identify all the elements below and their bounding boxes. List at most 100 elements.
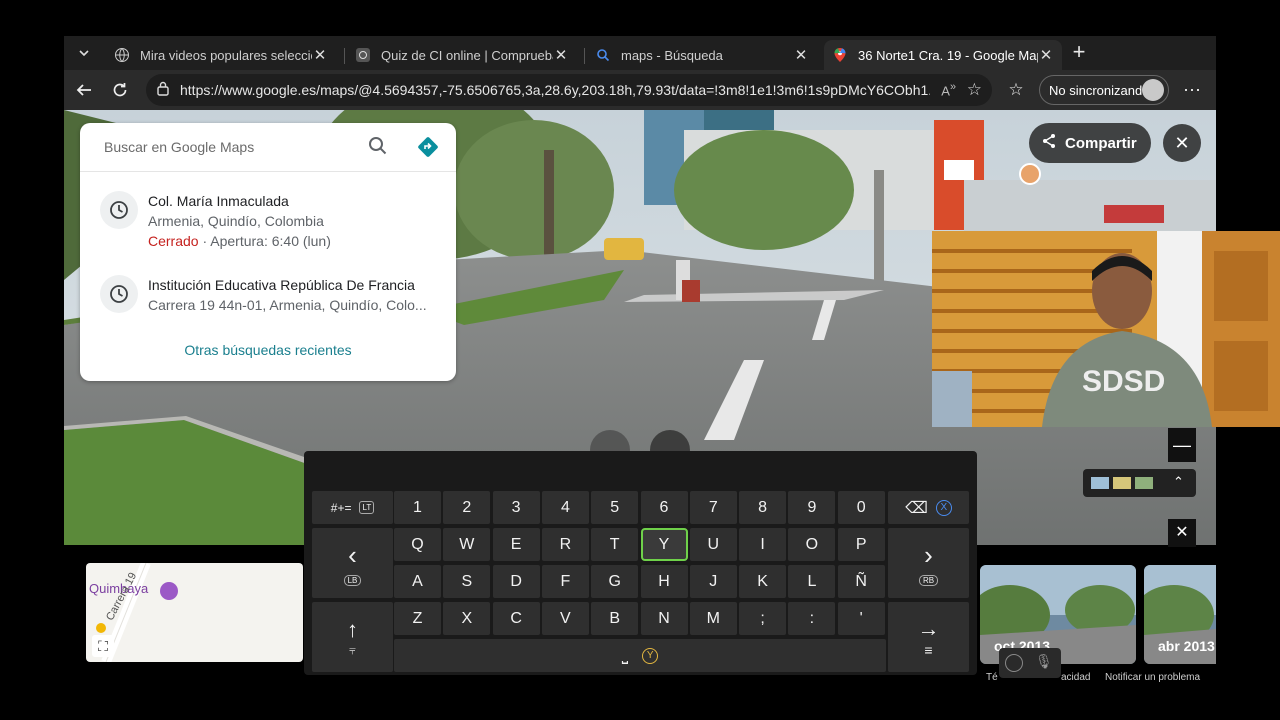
key-G[interactable]: G <box>591 565 639 598</box>
key-7[interactable]: 7 <box>689 491 737 524</box>
read-aloud-icon[interactable]: A» <box>941 81 956 98</box>
thumbnail-date: abr 2013 <box>1158 638 1215 654</box>
key-E[interactable]: E <box>492 528 540 561</box>
key-K[interactable]: K <box>739 565 787 598</box>
space-bar[interactable]: ⎵ Y <box>394 639 886 672</box>
symbols-key[interactable]: #+= LT <box>312 491 393 524</box>
key-Ñ[interactable]: Ñ <box>837 565 885 598</box>
layer-thumb[interactable] <box>1113 477 1131 489</box>
terms-link[interactable]: Té <box>986 672 998 683</box>
key-X[interactable]: X <box>443 602 491 635</box>
close-tab-icon[interactable]: ✕ <box>553 46 569 64</box>
tab-quiz[interactable]: Quiz de CI online | Comprueba tu ✕ <box>347 40 577 70</box>
key-F[interactable]: F <box>541 565 589 598</box>
key-P[interactable]: P <box>837 528 885 561</box>
maps-search-panel: Col. María Inmaculada Armenia, Quindío, … <box>80 123 456 381</box>
cursor-left-key[interactable]: ‹ LB <box>312 528 393 598</box>
key-U[interactable]: U <box>689 528 737 561</box>
zoom-out-button[interactable]: — <box>1168 428 1196 462</box>
lock-icon[interactable] <box>156 80 170 101</box>
quiz-icon <box>355 47 371 63</box>
url-field[interactable]: https://www.google.es/maps/@4.5694357,-7… <box>146 74 992 106</box>
key-8[interactable]: 8 <box>739 491 787 524</box>
space-icon: ⎵ <box>621 646 629 664</box>
new-tab-plus-icon[interactable]: + <box>1067 39 1091 64</box>
layer-thumb[interactable] <box>1091 477 1109 489</box>
tab-list-chevron-icon[interactable] <box>72 41 96 65</box>
tab-videos[interactable]: Mira videos populares seleccionados ✕ <box>106 40 336 70</box>
enter-key[interactable]: → ≡ <box>888 602 969 672</box>
key-D[interactable]: D <box>492 565 540 598</box>
back-arrow-icon[interactable] <box>72 78 96 102</box>
url-text: https://www.google.es/maps/@4.5694357,-7… <box>180 82 930 98</box>
key-Y[interactable]: Y <box>640 528 688 561</box>
layers-thumbnail-strip[interactable]: ⌃ <box>1083 469 1196 497</box>
key-R[interactable]: R <box>541 528 589 561</box>
key-'[interactable]: ' <box>837 602 885 635</box>
key-T[interactable]: T <box>591 528 639 561</box>
key-C[interactable]: C <box>492 602 540 635</box>
key-O[interactable]: O <box>788 528 836 561</box>
key-5[interactable]: 5 <box>591 491 639 524</box>
close-street-view-icon[interactable]: ✕ <box>1163 124 1201 162</box>
fullscreen-icon[interactable]: ⛶ <box>92 635 114 657</box>
close-panel-icon[interactable]: ✕ <box>1168 519 1196 547</box>
cursor-right-key[interactable]: › RB <box>888 528 969 598</box>
key-M[interactable]: M <box>689 602 737 635</box>
share-button[interactable]: Compartir <box>1029 123 1151 163</box>
pegman-icon <box>96 623 106 633</box>
mic-off-icon[interactable]: 🎙 <box>1035 653 1053 670</box>
close-tab-icon[interactable]: ✕ <box>793 46 809 64</box>
key-Q[interactable]: Q <box>394 528 441 561</box>
key-2[interactable]: 2 <box>443 491 491 524</box>
layer-thumb[interactable] <box>1135 477 1153 489</box>
maps-search-input[interactable] <box>104 139 334 155</box>
camera-off-icon[interactable] <box>1005 654 1023 672</box>
history-thumbnail[interactable]: abr 2013 <box>1144 565 1216 664</box>
place-marker-icon[interactable] <box>1019 163 1041 185</box>
key-;[interactable]: ; <box>739 602 787 635</box>
key-6[interactable]: 6 <box>640 491 688 524</box>
recent-search-item[interactable]: Institución Educativa República De Franc… <box>80 271 456 341</box>
shift-key[interactable]: ↑ ⫧ <box>312 602 393 672</box>
search-icon[interactable] <box>368 136 388 161</box>
key-B[interactable]: B <box>591 602 639 635</box>
key-J[interactable]: J <box>689 565 737 598</box>
recent-search-item[interactable]: Col. María Inmaculada Armenia, Quindío, … <box>80 187 456 257</box>
directions-icon[interactable] <box>417 136 439 163</box>
tab-google-maps[interactable]: 36 Norte1 Cra. 19 - Google Maps ✕ <box>824 40 1062 70</box>
key-V[interactable]: V <box>541 602 589 635</box>
key-S[interactable]: S <box>443 565 491 598</box>
tab-label: Quiz de CI online | Comprueba tu <box>381 47 553 63</box>
key-L[interactable]: L <box>788 565 836 598</box>
key-N[interactable]: N <box>640 602 688 635</box>
key-I[interactable]: I <box>739 528 787 561</box>
profile-sync-button[interactable]: No sincronizando <box>1039 75 1169 105</box>
report-problem-link[interactable]: Notificar un problema <box>1105 672 1200 683</box>
key-A[interactable]: A <box>394 565 441 598</box>
key-0[interactable]: 0 <box>837 491 885 524</box>
favorites-icon[interactable]: ☆ <box>1004 78 1028 102</box>
clock-icon <box>100 191 138 229</box>
place-pin-icon[interactable] <box>160 582 178 600</box>
key-H[interactable]: H <box>640 565 688 598</box>
key-W[interactable]: W <box>443 528 491 561</box>
close-tab-icon[interactable]: ✕ <box>1038 46 1054 64</box>
expand-up-icon[interactable]: ⌃ <box>1173 474 1184 490</box>
mini-map[interactable]: Quimbaya Carrera 19 ⛶ <box>86 563 303 662</box>
more-recent-searches-link[interactable]: Otras búsquedas recientes <box>80 342 456 358</box>
key-4[interactable]: 4 <box>541 491 589 524</box>
favorite-star-icon[interactable]: ☆ <box>967 80 982 100</box>
key-:[interactable]: : <box>788 602 836 635</box>
key-Z[interactable]: Z <box>394 602 441 635</box>
tab-search[interactable]: maps - Búsqueda ✕ <box>587 40 817 70</box>
key-9[interactable]: 9 <box>788 491 836 524</box>
close-tab-icon[interactable]: ✕ <box>312 46 328 64</box>
privacy-link[interactable]: acidad <box>1061 672 1090 683</box>
tab-separator <box>344 48 345 64</box>
key-1[interactable]: 1 <box>394 491 441 524</box>
key-3[interactable]: 3 <box>492 491 540 524</box>
backspace-key[interactable]: ⌫ X <box>888 491 969 524</box>
reload-icon[interactable] <box>108 78 132 102</box>
more-menu-icon[interactable]: ⋯ <box>1180 78 1204 102</box>
